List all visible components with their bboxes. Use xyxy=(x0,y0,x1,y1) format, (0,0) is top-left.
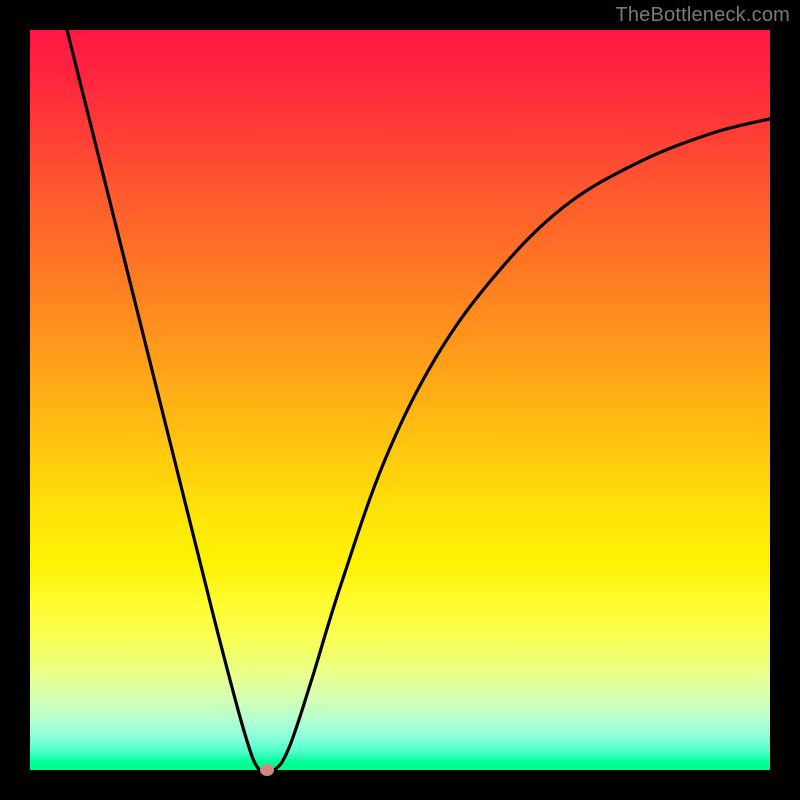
watermark-text: TheBottleneck.com xyxy=(615,4,790,27)
plot-area xyxy=(30,30,770,770)
marker-dot xyxy=(260,764,274,776)
chart-canvas: TheBottleneck.com xyxy=(0,0,800,800)
bottleneck-curve xyxy=(30,30,770,770)
